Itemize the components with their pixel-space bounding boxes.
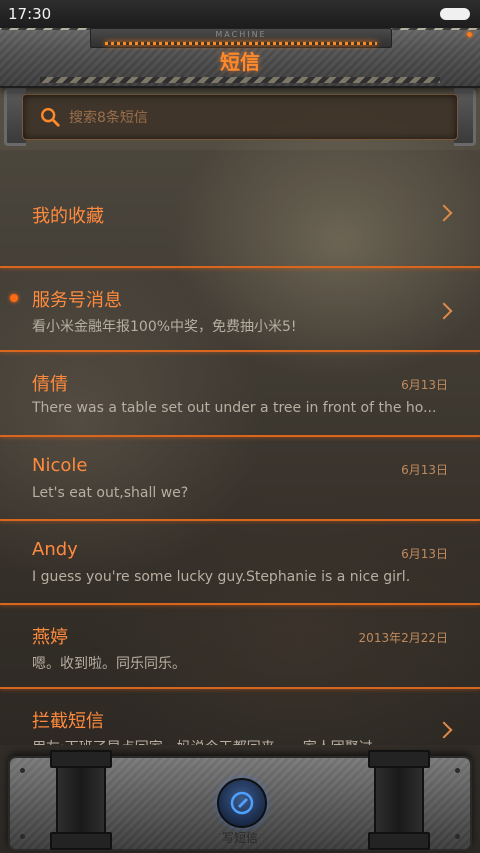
list-item-blocked-messages[interactable]: 拦截短信 用友:下班了早点回家，妈说今天都回来……家人团聚过 [0, 689, 480, 745]
page-title: 短信 [220, 50, 260, 74]
row-title: Nicole [32, 455, 88, 476]
list-item-favorites[interactable]: 我的收藏 [0, 150, 480, 268]
bottom-bar: 写短信 [0, 742, 480, 853]
search-placeholder: 搜索8条短信 [69, 110, 148, 126]
compose-label: 写短信 [221, 831, 258, 845]
row-title: 拦截短信 [32, 711, 104, 732]
row-date: 6月13日 [401, 378, 448, 392]
list-item-conversation[interactable]: Andy 6月13日 I guess you're some lucky guy… [0, 521, 480, 605]
bolt-icon [20, 768, 25, 773]
status-bar: 17:30 [0, 0, 480, 28]
conversation-list: 我的收藏 服务号消息 看小米金融年报100%中奖，免费抽小米5! 倩倩 6月13… [0, 150, 480, 745]
unread-dot-icon [10, 294, 18, 302]
chevron-right-icon [435, 204, 453, 222]
row-title: 我的收藏 [32, 206, 104, 227]
row-date: 6月13日 [401, 547, 448, 561]
battery-icon [440, 8, 470, 20]
row-subtitle: Let's eat out,shall we? [32, 485, 189, 501]
row-subtitle: I guess you're some lucky guy.Stephanie … [32, 569, 411, 585]
row-title: 倩倩 [32, 374, 68, 395]
row-subtitle: There was a table set out under a tree i… [32, 400, 437, 416]
row-title: 服务号消息 [32, 290, 122, 311]
list-item-conversation[interactable]: 倩倩 6月13日 There was a table set out under… [0, 352, 480, 437]
search-icon [41, 108, 60, 127]
search-bar: 搜索8条短信 [4, 86, 476, 150]
app-header: MACHINE 短信 [0, 22, 480, 88]
row-subtitle: 看小米金融年报100%中奖，免费抽小米5! [32, 319, 297, 335]
row-title: Andy [32, 539, 78, 560]
search-input[interactable]: 搜索8条短信 [22, 94, 458, 140]
row-date: 6月13日 [401, 463, 448, 477]
status-time: 17:30 [8, 5, 52, 23]
row-subtitle: 嗯。收到啦。同乐同乐。 [32, 656, 186, 672]
row-title: 燕婷 [32, 627, 68, 648]
header-plate: MACHINE [90, 28, 392, 48]
header-bottom-stripes [40, 77, 440, 83]
chevron-right-icon [435, 721, 453, 739]
header-plate-text: MACHINE [215, 30, 267, 39]
bolt-icon [455, 768, 460, 773]
list-item-conversation[interactable]: Nicole 6月13日 Let's eat out,shall we? [0, 437, 480, 521]
list-item-service-messages[interactable]: 服务号消息 看小米金融年报100%中奖，免费抽小米5! [0, 268, 480, 352]
compose-button[interactable] [217, 778, 267, 828]
header-indicator-dot [467, 32, 472, 37]
list-item-conversation[interactable]: 燕婷 2013年2月22日 嗯。收到啦。同乐同乐。 [0, 605, 480, 689]
row-date: 2013年2月22日 [358, 631, 448, 645]
compose-icon [230, 791, 254, 815]
header-led-strip [105, 42, 377, 45]
